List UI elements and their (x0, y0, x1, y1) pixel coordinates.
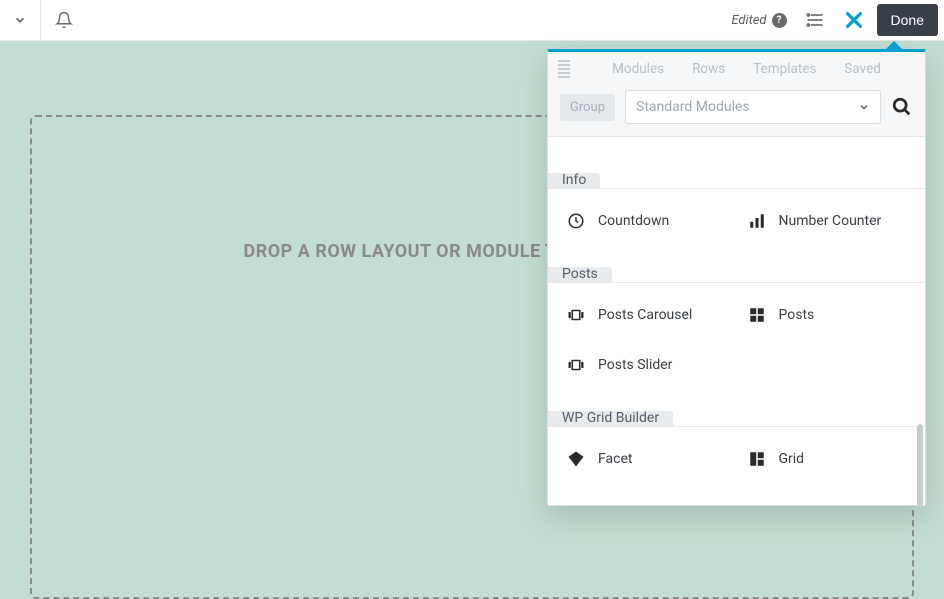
panel-controls: Group Standard Modules (548, 82, 925, 136)
section-info: Info (548, 173, 925, 189)
section-title: WP Grid Builder (548, 411, 673, 426)
help-icon[interactable]: ? (772, 13, 787, 28)
tab-modules[interactable]: Modules (612, 61, 664, 77)
section-wpgb-items: Facet Grid (548, 427, 925, 505)
module-countdown[interactable]: Countdown (556, 205, 737, 237)
panel-content[interactable]: Info Countdown Number Counter Posts (548, 136, 925, 505)
edited-label: Edited (731, 13, 766, 28)
module-label: Countdown (598, 213, 669, 229)
chevron-down-icon (858, 101, 870, 113)
module-facet[interactable]: Facet (556, 443, 737, 475)
chevron-down-icon (13, 13, 27, 27)
top-bar-right: Edited ? Done (731, 4, 938, 36)
diamond-icon (566, 449, 586, 469)
tab-saved[interactable]: Saved (844, 61, 881, 77)
top-bar: Edited ? Done (0, 0, 944, 41)
carousel-icon (566, 305, 586, 325)
grid-icon (747, 305, 767, 325)
edited-status: Edited ? (731, 13, 786, 28)
module-label: Number Counter (779, 213, 882, 229)
module-grid[interactable]: Grid (737, 443, 918, 475)
content-panel: Modules Rows Templates Saved Group Stand… (547, 49, 926, 506)
clock-icon (566, 211, 586, 231)
panel-tabs: Modules Rows Templates Saved (580, 61, 913, 77)
module-posts[interactable]: Posts (737, 299, 918, 331)
close-icon (843, 9, 865, 31)
search-icon (891, 96, 913, 118)
module-number-counter[interactable]: Number Counter (737, 205, 918, 237)
group-chip[interactable]: Group (560, 94, 615, 121)
slider-icon (566, 355, 586, 375)
section-posts-items: Posts Carousel Posts Posts Slider (548, 283, 925, 411)
module-label: Posts (779, 307, 815, 323)
module-posts-slider[interactable]: Posts Slider (556, 349, 737, 381)
top-bar-left (0, 0, 86, 40)
scrollbar[interactable] (917, 424, 923, 505)
section-wp-grid-builder: WP Grid Builder (548, 411, 925, 427)
module-label: Posts Carousel (598, 307, 692, 323)
tab-rows[interactable]: Rows (692, 61, 725, 77)
outline-icon (805, 10, 825, 30)
expand-menu-button[interactable] (0, 0, 40, 40)
drag-handle-icon[interactable] (558, 60, 570, 78)
module-category-select[interactable]: Standard Modules (625, 90, 881, 124)
panel-header: Modules Rows Templates Saved (548, 52, 925, 82)
section-title: Info (548, 173, 600, 188)
module-label: Grid (779, 451, 805, 467)
module-label: Facet (598, 451, 632, 467)
section-info-items: Countdown Number Counter (548, 189, 925, 267)
section-posts: Posts (548, 267, 925, 283)
grid-layout-icon (747, 449, 767, 469)
outline-button[interactable] (799, 6, 831, 34)
bell-icon (55, 11, 73, 29)
done-button[interactable]: Done (877, 4, 938, 36)
tab-templates[interactable]: Templates (753, 61, 816, 77)
close-panel-button[interactable] (837, 5, 871, 35)
section-title: Posts (548, 267, 612, 282)
select-value: Standard Modules (636, 99, 750, 115)
module-label: Posts Slider (598, 357, 672, 373)
search-button[interactable] (891, 96, 913, 118)
notifications-button[interactable] (41, 0, 86, 40)
module-posts-carousel[interactable]: Posts Carousel (556, 299, 737, 331)
bar-chart-icon (747, 211, 767, 231)
